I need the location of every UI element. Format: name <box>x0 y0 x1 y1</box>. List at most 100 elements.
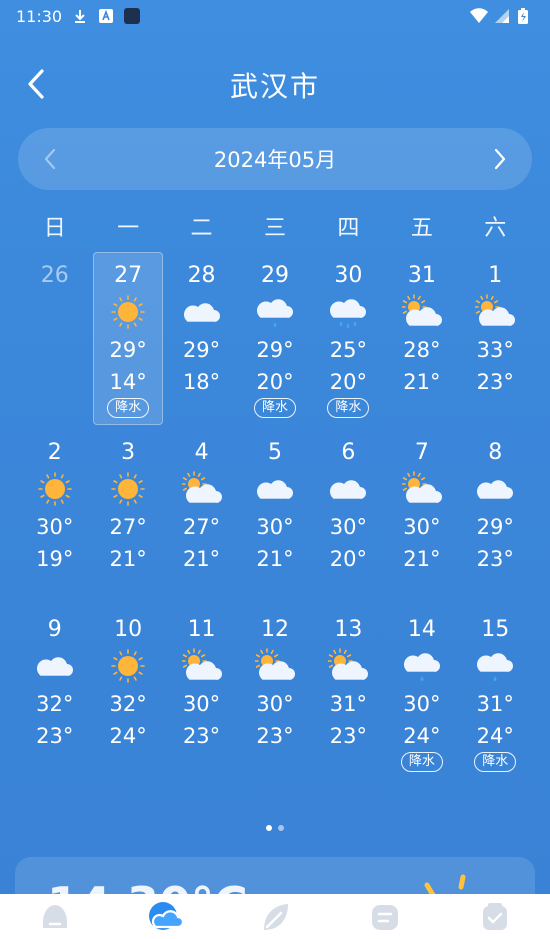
high-temperature: 30° <box>182 692 221 716</box>
wifi-icon <box>470 8 488 24</box>
day-number: 10 <box>114 617 143 642</box>
status-bar: 11:30 <box>0 0 550 32</box>
low-temperature: 14° <box>109 370 147 394</box>
sunny-icon <box>108 294 148 330</box>
prev-month-button[interactable] <box>36 145 64 173</box>
calendar-day[interactable]: 3 27° 21° <box>91 429 164 606</box>
day-number: 27 <box>114 263 143 288</box>
tab-notes[interactable] <box>365 897 405 937</box>
bottom-tab-bar <box>0 894 550 939</box>
calendar-day[interactable]: 6 30° 20° <box>312 429 385 606</box>
high-temperature: 30° <box>403 515 441 539</box>
day-number: 6 <box>341 440 356 465</box>
partly-cloudy-icon <box>401 471 442 507</box>
home-tab-icon <box>43 904 67 928</box>
calendar-week: 2 30° 19° 3 27° 21° 4 27° 21° 5 30° 21° 6 30° 20° 7 30° 2… <box>18 429 532 606</box>
light-rain-icon <box>475 648 515 684</box>
cloudy-icon <box>328 471 368 507</box>
weekday-header: 日 一 二 三 四 五 六 <box>18 210 532 241</box>
calendar-day-selected[interactable]: 27 29° 14° 降水 <box>91 252 164 429</box>
weekday-label: 四 <box>337 216 360 241</box>
day-number: 5 <box>267 440 282 465</box>
calendar-day[interactable]: 10 32° 24° <box>91 606 164 783</box>
low-temperature: 23° <box>476 547 514 571</box>
partly-cloudy-icon <box>254 648 295 684</box>
low-temperature: 19° <box>36 547 74 571</box>
calendar-day[interactable]: 12 30° 23° <box>238 606 311 783</box>
high-temperature: 27° <box>182 515 221 539</box>
high-temperature: 29° <box>476 515 514 539</box>
weekday-label: 六 <box>484 216 507 241</box>
battery-icon <box>518 8 534 24</box>
weekday-label: 日 <box>43 216 66 241</box>
tab-tasks[interactable] <box>475 897 515 937</box>
page-dot[interactable] <box>266 825 272 831</box>
low-temperature: 21° <box>109 547 147 571</box>
download-icon <box>72 8 88 24</box>
app-notification-icon <box>98 8 114 24</box>
chevron-left-icon <box>28 69 44 99</box>
day-number: 28 <box>187 263 216 288</box>
low-temperature: 21° <box>403 370 441 394</box>
calendar-day[interactable]: 2 30° 19° <box>18 429 91 606</box>
partly-cloudy-icon <box>474 294 516 330</box>
light-rain-icon <box>402 648 442 684</box>
high-temperature: 30° <box>36 515 74 539</box>
calendar-day[interactable]: 5 30° 21° <box>238 429 311 606</box>
calendar-day[interactable]: 13 31° 23° <box>312 606 385 783</box>
day-number: 8 <box>488 440 503 465</box>
high-temperature: 29° <box>256 338 294 362</box>
tab-weather[interactable] <box>145 897 185 937</box>
back-button[interactable] <box>18 66 54 102</box>
month-selector: 2024年05月 <box>18 128 532 190</box>
weekday-label: 一 <box>117 216 140 241</box>
calendar-day[interactable]: 15 31° 24° 降水 <box>459 606 532 783</box>
day-number: 26 <box>40 263 69 288</box>
high-temperature: 32° <box>36 692 74 716</box>
status-time: 11:30 <box>16 6 63 26</box>
next-month-button[interactable] <box>486 145 514 173</box>
day-number: 12 <box>260 617 289 642</box>
page-title: 武汉市 <box>229 70 320 103</box>
calendar-day[interactable]: 4 27° 21° <box>165 429 238 606</box>
tab-leaf[interactable] <box>255 897 295 937</box>
calendar-day[interactable]: 31 28° 21° <box>385 252 458 429</box>
calendar-day[interactable]: 26 <box>18 252 91 429</box>
calendar-day[interactable]: 9 32° 23° <box>18 606 91 783</box>
calendar-day[interactable]: 11 30° 23° <box>165 606 238 783</box>
cloudy-icon <box>182 294 222 330</box>
partly-cloudy-icon <box>180 471 222 507</box>
low-temperature: 23° <box>476 370 514 394</box>
day-number: 7 <box>414 440 429 465</box>
day-number: 3 <box>121 440 136 465</box>
calendar-day[interactable]: 28 29° 18° <box>165 252 238 429</box>
day-number: 29 <box>260 263 289 288</box>
day-number: 31 <box>407 263 436 288</box>
high-temperature: 28° <box>403 338 441 362</box>
low-temperature: 23° <box>256 724 294 748</box>
partly-cloudy-icon <box>180 648 222 684</box>
high-temperature: 30° <box>329 515 368 539</box>
calendar-day[interactable]: 7 30° 21° <box>385 429 458 606</box>
high-temperature: 27° <box>109 515 147 539</box>
partly-cloudy-icon <box>327 648 369 684</box>
day-number: 13 <box>334 617 363 642</box>
low-temperature: 23° <box>182 724 221 748</box>
app-square-icon <box>124 8 141 24</box>
calendar-day[interactable]: 8 29° 23° <box>459 429 532 606</box>
low-temperature: 21° <box>403 547 441 571</box>
low-temperature: 20° <box>329 547 368 571</box>
low-temperature: 23° <box>36 724 74 748</box>
precipitation-badge: 降水 <box>474 752 517 772</box>
low-temperature: 24° <box>109 724 147 748</box>
precipitation-badge: 降水 <box>327 398 370 418</box>
low-temperature: 20° <box>329 370 368 394</box>
calendar-day[interactable]: 1 33° 23° <box>459 252 532 429</box>
calendar-day[interactable]: 30 25° 20° 降水 <box>312 252 385 429</box>
page-dot[interactable] <box>278 825 284 831</box>
tab-home[interactable] <box>35 897 75 937</box>
cloudy-icon <box>475 471 515 507</box>
calendar-day[interactable]: 29 29° 20° 降水 <box>238 252 311 429</box>
notes-tab-icon <box>372 904 398 930</box>
calendar-day[interactable]: 14 30° 24° 降水 <box>385 606 458 783</box>
